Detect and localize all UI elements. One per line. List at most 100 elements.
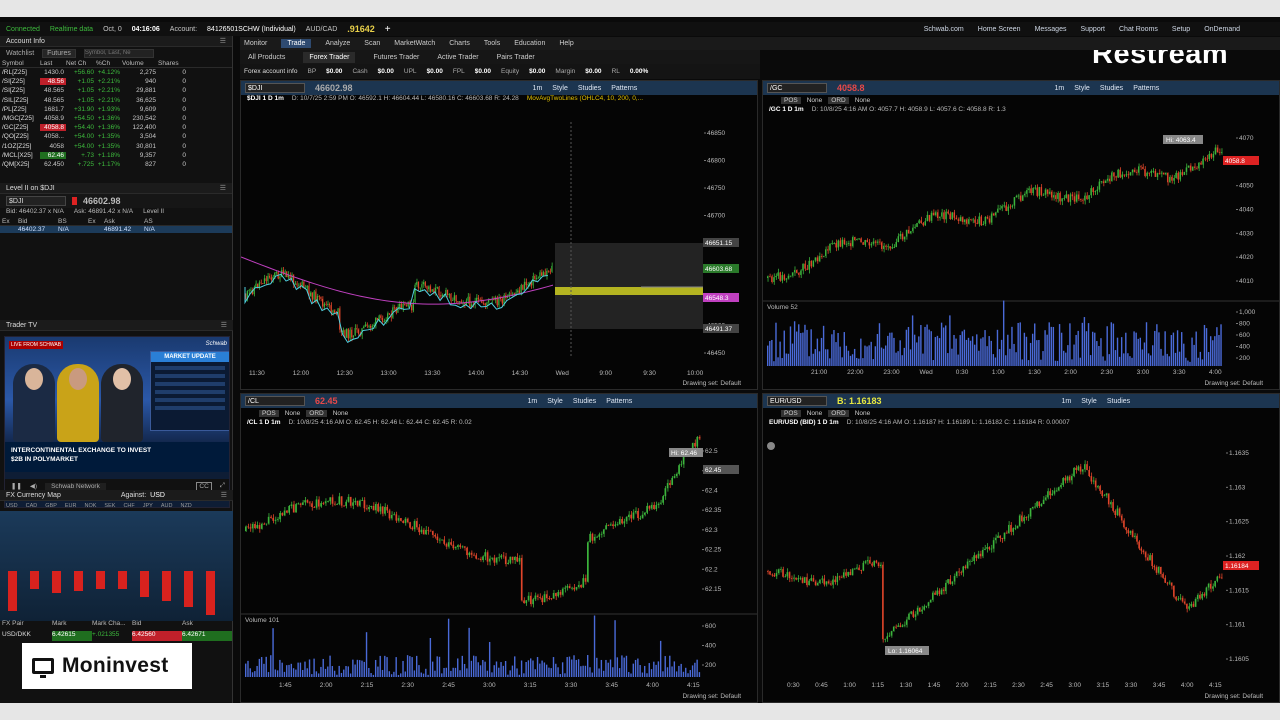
chart-eur-plot[interactable]: 1.16351.1631.16251.1621.16151.1611.16050…	[763, 431, 1280, 693]
link-messages[interactable]: Messages	[1035, 26, 1067, 33]
watchlist-row[interactable]: /PL[Z25] 1681.7 +31.90 +1.93% 9,609 0	[0, 105, 232, 114]
watchlist-row[interactable]: /MGC[Z25] 4058.9 +54.50 +1.36% 230,542 0	[0, 114, 232, 123]
fx-currency[interactable]: CHF	[123, 503, 134, 509]
x-tick-label: 1:45	[928, 682, 941, 689]
chart-cl[interactable]: 62.45 1m Style Studies Patterns POSNone …	[240, 393, 758, 703]
watchlist-row[interactable]: /1OZ[Z25] 4058 +54.00 +1.35% 30,801 0	[0, 142, 232, 151]
watchlist-row[interactable]: /GC[Z25] 4058.8 +54.40 +1.36% 122,400 0	[0, 123, 232, 132]
fx-currency[interactable]: NOK	[85, 503, 97, 509]
menu-tab[interactable]: Help	[559, 40, 573, 47]
link-setup[interactable]: Setup	[1172, 26, 1190, 33]
chart-patterns[interactable]: Patterns	[611, 85, 637, 92]
menu-tab[interactable]: Monitor	[244, 40, 267, 47]
chart-timeframe[interactable]: 1m	[533, 85, 543, 92]
watchlist-row[interactable]: /MCL[X25] 62.46 +.73 +1.18% 9,357 0	[0, 151, 232, 160]
fx-currency[interactable]: USD	[6, 503, 18, 509]
menu-icon[interactable]: ☰	[220, 37, 226, 45]
watchlist-row[interactable]: /QO[Z25] 4058... +54.00 +1.35% 3,504 0	[0, 132, 232, 141]
chart-symbol-input[interactable]	[767, 396, 827, 406]
volume-icon[interactable]: ◀)	[30, 482, 37, 490]
submenu-tab[interactable]: All Products	[248, 54, 285, 61]
candle	[856, 239, 858, 240]
chart-patterns[interactable]: Patterns	[1133, 85, 1159, 92]
chart-symbol-input[interactable]	[767, 83, 827, 93]
trader-tv-header[interactable]: Trader TV ☰	[0, 320, 233, 331]
submenu-tab[interactable]: Forex Trader	[303, 51, 356, 63]
level2-symbol-input[interactable]	[6, 196, 66, 207]
drawing-set[interactable]: Drawing set: Default	[763, 377, 1279, 389]
drawing-set[interactable]: Drawing set: Default	[763, 690, 1279, 702]
chart-timeframe[interactable]: 1m	[528, 398, 538, 405]
menu-icon[interactable]: ☰	[220, 184, 226, 192]
watchlist-row[interactable]: /SI[Z25] 48.56 +1.05 +2.21% 940 0	[0, 77, 232, 86]
fx-currency[interactable]: AUD	[161, 503, 173, 509]
chart-studies[interactable]: Studies	[578, 85, 601, 92]
trader-tv-player[interactable]: LIVE FROM SCHWAB Schwab MARKET UPDATE IN…	[4, 336, 230, 508]
fx-currency[interactable]: CAD	[26, 503, 38, 509]
link-chat-rooms[interactable]: Chat Rooms	[1119, 26, 1158, 33]
link-support[interactable]: Support	[1080, 26, 1105, 33]
chart-patterns[interactable]: Patterns	[606, 398, 632, 405]
fx-currency[interactable]: GBP	[45, 503, 57, 509]
chart-style[interactable]: Style	[547, 398, 563, 405]
menu-tab[interactable]: Tools	[484, 40, 500, 47]
watchlist-row[interactable]: /RL[Z25] 1430.0 +56.60 +4.12% 2,275 0	[0, 68, 232, 77]
menu-icon[interactable]: ☰	[221, 321, 227, 329]
watchlist-row[interactable]: /QM[X25] 62.450 +.725 +1.17% 827 0	[0, 160, 232, 169]
menu-icon[interactable]: ☰	[221, 491, 227, 499]
fx-map-header[interactable]: FX Currency Map Against: USD ☰	[0, 490, 233, 501]
chart-style[interactable]: Style	[1081, 398, 1097, 405]
tv-network-dropdown[interactable]: Schwab Network	[45, 482, 106, 490]
chart-eurusd[interactable]: B: 1.16183 1m Style Studies POSNone ORDN…	[762, 393, 1280, 703]
tv-video[interactable]: LIVE FROM SCHWAB Schwab MARKET UPDATE	[5, 337, 229, 442]
add-icon[interactable]: +	[385, 24, 391, 35]
watchlist-row[interactable]: /SIL[Z25] 48.565 +1.05 +2.21% 36,625 0	[0, 96, 232, 105]
fx-currency[interactable]: JPY	[143, 503, 153, 509]
level2-header[interactable]: Level II on $DJI ☰	[0, 183, 232, 195]
menu-tab[interactable]: Trade	[281, 39, 312, 48]
fullscreen-icon[interactable]: ⤢	[220, 482, 229, 490]
submenu-tab[interactable]: Futures Trader	[373, 54, 419, 61]
drawing-set[interactable]: Drawing set: Default	[241, 377, 757, 389]
chart-studies[interactable]: Studies	[1107, 398, 1130, 405]
fx-table-row[interactable]: USD/DKK 6.42615 +.021355 6.42560 6.42671	[0, 631, 233, 641]
pause-icon[interactable]: ❚❚	[11, 482, 22, 490]
drawing-set[interactable]: Drawing set: Default	[241, 690, 757, 702]
fx-currency[interactable]: NZD	[180, 503, 191, 509]
chart-symbol-input[interactable]	[245, 396, 305, 406]
volume-bar	[493, 665, 495, 677]
chart-studies[interactable]: Studies	[573, 398, 596, 405]
fx-currency[interactable]: EUR	[65, 503, 77, 509]
submenu-tab[interactable]: Active Trader	[437, 54, 478, 61]
chart-style[interactable]: Style	[552, 85, 568, 92]
account-info-header[interactable]: Account Info ☰	[0, 36, 232, 47]
info-icon	[767, 442, 775, 450]
chart-cl-plot[interactable]: 62.562.4562.462.3562.362.2562.262.151:45…	[241, 431, 758, 693]
link-home-screen[interactable]: Home Screen	[978, 26, 1021, 33]
level2-row[interactable]: 46402.37 N/A 46891.42 N/A	[0, 226, 232, 234]
chart-gc-plot[interactable]: 407040604050404040304020401021:0022:0023…	[763, 118, 1280, 380]
watchlist-search-input[interactable]	[83, 48, 154, 58]
account-id[interactable]: 84126501SCHW (Individual)	[207, 26, 296, 33]
menu-tab[interactable]: MarketWatch	[394, 40, 435, 47]
chart-style[interactable]: Style	[1074, 85, 1090, 92]
red-flag-icon[interactable]	[72, 197, 77, 206]
chart-gc[interactable]: 4058.8 1m Style Studies Patterns POSNone…	[762, 80, 1280, 390]
chart-timeframe[interactable]: 1m	[1055, 85, 1065, 92]
link-ondemand[interactable]: OnDemand	[1204, 26, 1240, 33]
submenu-tab[interactable]: Pairs Trader	[497, 54, 535, 61]
menu-tab[interactable]: Scan	[364, 40, 380, 47]
chart-timeframe[interactable]: 1m	[1062, 398, 1072, 405]
menu-tab[interactable]: Education	[514, 40, 545, 47]
fx-currency[interactable]: SEK	[104, 503, 115, 509]
chart-dji-plot[interactable]: 4685046800467504670046650466004655046500…	[241, 107, 758, 382]
volume-bar	[445, 667, 448, 677]
link-schwab[interactable]: Schwab.com	[924, 26, 964, 33]
watchlist-row[interactable]: /SI[Z25] 48.565 +1.05 +2.21% 29,881 0	[0, 86, 232, 95]
chart-dji[interactable]: 46602.98 1m Style Studies Patterns $DJI …	[240, 80, 758, 390]
chart-studies[interactable]: Studies	[1100, 85, 1123, 92]
chart-symbol-input[interactable]	[245, 83, 305, 93]
menu-tab[interactable]: Charts	[449, 40, 470, 47]
menu-tab[interactable]: Analyze	[325, 40, 350, 47]
watchlist-dropdown[interactable]: Futures	[42, 48, 76, 58]
